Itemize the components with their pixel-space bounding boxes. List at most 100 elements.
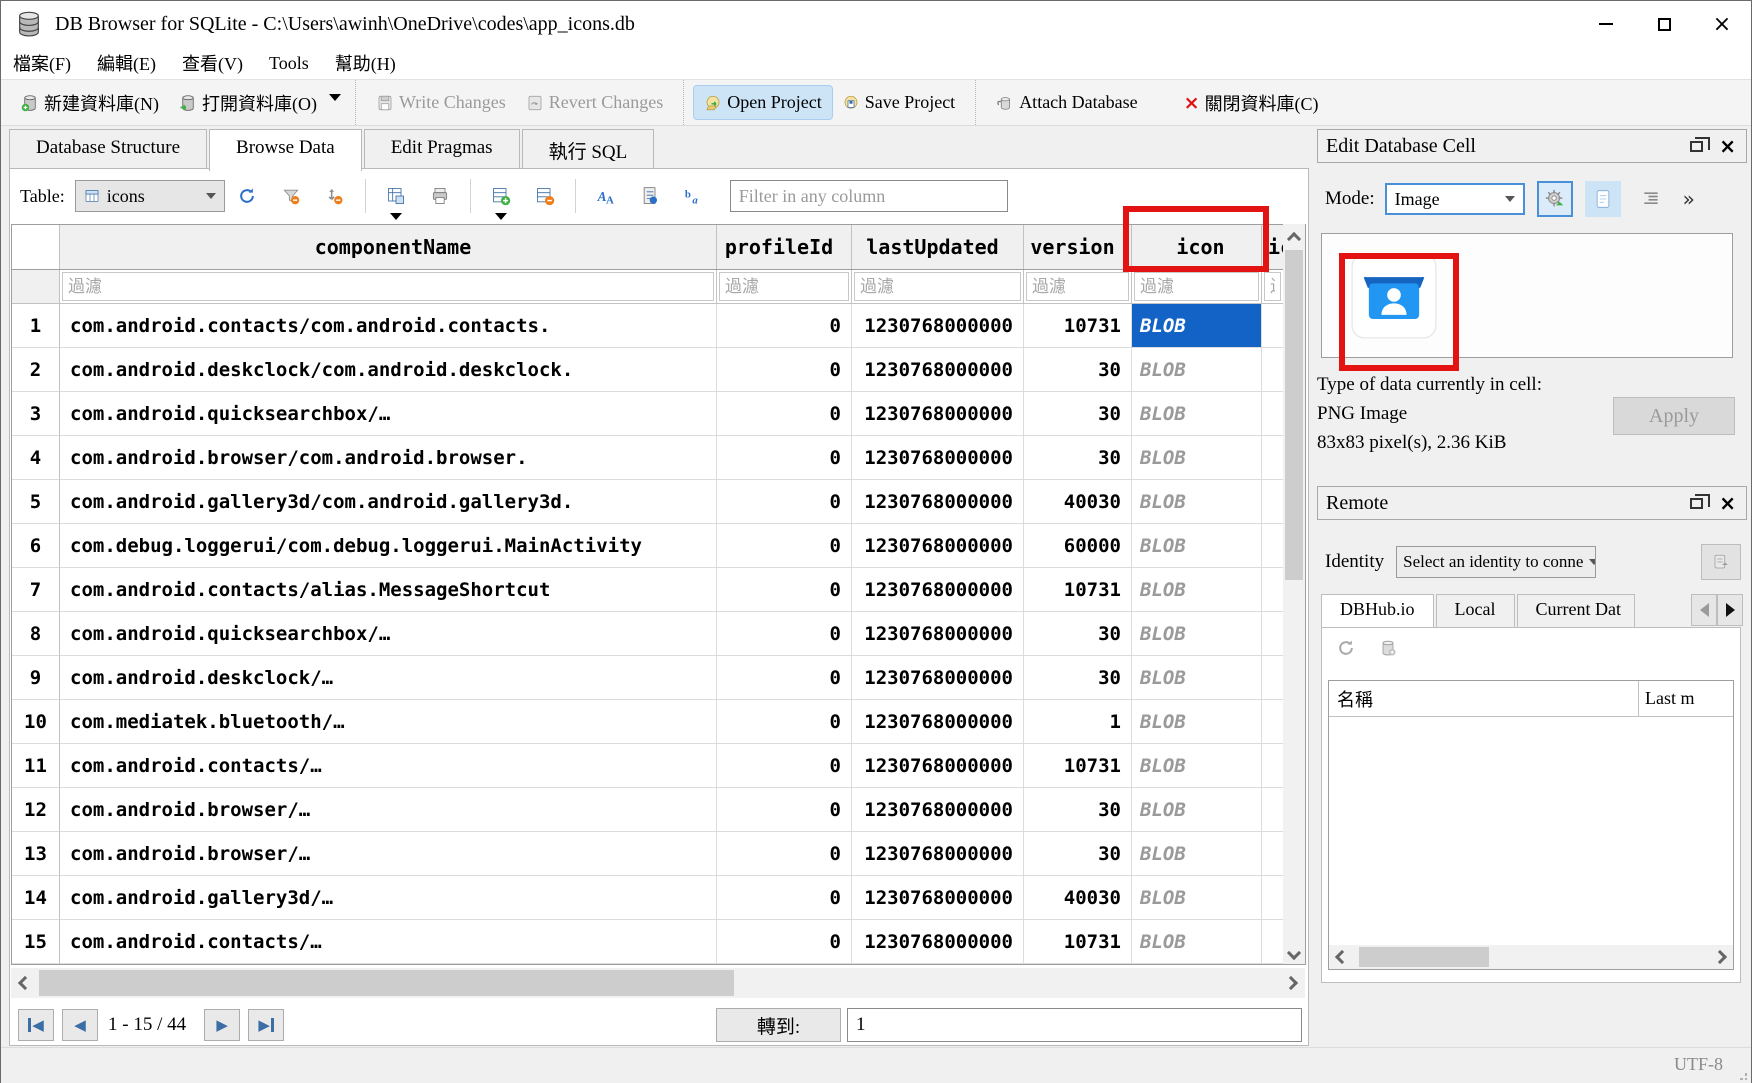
cell-componentName[interactable]: com.android.quicksearchbox/… <box>60 612 717 656</box>
cell-version[interactable]: 10731 <box>1024 920 1132 964</box>
horizontal-scroll-thumb[interactable] <box>39 970 734 996</box>
cell-lastUpdated[interactable]: 1230768000000 <box>852 568 1024 612</box>
open-database-button[interactable]: 打開資料庫(O) <box>169 84 327 122</box>
more-options-icon[interactable]: » <box>1683 187 1695 211</box>
cell-lastUpdated[interactable]: 1230768000000 <box>852 612 1024 656</box>
cell-lastUpdated[interactable]: 1230768000000 <box>852 788 1024 832</box>
cell-partial[interactable] <box>1262 700 1284 744</box>
tab-current-database[interactable]: Current Dat <box>1517 594 1635 627</box>
apply-button[interactable]: Apply <box>1613 397 1735 435</box>
cell-partial[interactable] <box>1262 568 1284 612</box>
minimize-button[interactable] <box>1577 1 1635 47</box>
cell-componentName[interactable]: com.android.quicksearchbox/… <box>60 392 717 436</box>
print-button[interactable] <box>423 180 457 212</box>
cell-componentName[interactable]: com.android.browser/… <box>60 832 717 876</box>
cell-version[interactable]: 40030 <box>1024 876 1132 920</box>
next-record-button[interactable]: ▶ <box>204 1009 240 1041</box>
cell-icon[interactable]: BLOB <box>1132 612 1262 656</box>
save-table-button[interactable] <box>379 180 413 212</box>
font-settings-button[interactable]: AA <box>589 180 623 212</box>
save-project-button[interactable]: Save Project <box>832 86 965 119</box>
tab-dbhub[interactable]: DBHub.io <box>1321 594 1434 627</box>
tab-edit-pragmas[interactable]: Edit Pragmas <box>364 129 520 169</box>
previous-record-button[interactable]: ◀ <box>62 1009 98 1041</box>
cell-partial[interactable] <box>1262 612 1284 656</box>
cell-icon[interactable]: BLOB <box>1132 392 1262 436</box>
clear-filters-button[interactable] <box>274 180 308 212</box>
cell-version[interactable]: 30 <box>1024 788 1132 832</box>
cell-icon[interactable]: BLOB <box>1132 700 1262 744</box>
open-database-dropdown-icon[interactable] <box>329 94 341 101</box>
cell-version[interactable]: 1 <box>1024 700 1132 744</box>
tab-local[interactable]: Local <box>1436 594 1515 627</box>
float-panel-icon[interactable] <box>1690 141 1703 152</box>
cell-lastUpdated[interactable]: 1230768000000 <box>852 744 1024 788</box>
scroll-right-button[interactable] <box>1707 952 1733 962</box>
cell-version[interactable]: 10731 <box>1024 568 1132 612</box>
cell-lastUpdated[interactable]: 1230768000000 <box>852 876 1024 920</box>
vertical-scroll-thumb[interactable] <box>1285 250 1303 580</box>
cell-profileId[interactable]: 0 <box>717 304 852 348</box>
cell-icon[interactable]: BLOB <box>1132 876 1262 920</box>
table-select[interactable]: icons <box>75 180 225 212</box>
menu-tools[interactable]: Tools <box>269 53 309 74</box>
cell-icon[interactable]: BLOB <box>1132 480 1262 524</box>
tab-execute-sql[interactable]: 執行 SQL <box>522 129 655 169</box>
cell-version[interactable]: 30 <box>1024 436 1132 480</box>
column-filter-input[interactable] <box>1026 272 1129 301</box>
tab-database-structure[interactable]: Database Structure <box>9 129 207 169</box>
cell-version[interactable]: 30 <box>1024 832 1132 876</box>
cell-profileId[interactable]: 0 <box>717 480 852 524</box>
cell-icon[interactable]: BLOB <box>1132 524 1262 568</box>
cell-version[interactable]: 30 <box>1024 392 1132 436</box>
cell-profileId[interactable]: 0 <box>717 744 852 788</box>
column-filter-input[interactable] <box>62 272 714 301</box>
cell-lastUpdated[interactable]: 1230768000000 <box>852 832 1024 876</box>
identity-import-button[interactable] <box>1701 544 1741 580</box>
open-project-button[interactable]: Open Project <box>694 86 831 119</box>
menu-help[interactable]: 幫助(H) <box>335 50 396 76</box>
cell-partial[interactable] <box>1262 788 1284 832</box>
cell-lastUpdated[interactable]: 1230768000000 <box>852 304 1024 348</box>
cell-lastUpdated[interactable]: 1230768000000 <box>852 700 1024 744</box>
indent-view-button[interactable] <box>1633 181 1669 217</box>
resize-grip-icon[interactable] <box>1735 1068 1747 1080</box>
cell-version[interactable]: 10731 <box>1024 744 1132 788</box>
cell-partial[interactable] <box>1262 524 1284 568</box>
cell-profileId[interactable]: 0 <box>717 788 852 832</box>
encoding-label[interactable]: UTF-8 <box>1674 1054 1723 1075</box>
cell-version[interactable]: 30 <box>1024 612 1132 656</box>
delete-record-button[interactable] <box>528 180 562 212</box>
import-data-button[interactable] <box>1537 181 1573 217</box>
last-record-button[interactable]: ▶ <box>248 1009 284 1041</box>
tab-scroll-left-button[interactable] <box>1691 594 1717 626</box>
cell-icon[interactable]: BLOB <box>1132 436 1262 480</box>
goto-record-input[interactable] <box>847 1008 1302 1042</box>
cell-profileId[interactable]: 0 <box>717 612 852 656</box>
dropdown-icon[interactable] <box>495 213 507 220</box>
cell-icon[interactable]: BLOB <box>1132 304 1262 348</box>
cell-partial[interactable] <box>1262 480 1284 524</box>
column-header-profileId[interactable]: profileId <box>717 225 852 269</box>
cell-componentName[interactable]: com.mediatek.bluetooth/… <box>60 700 717 744</box>
cell-partial[interactable] <box>1262 392 1284 436</box>
cell-icon[interactable]: BLOB <box>1132 920 1262 964</box>
cell-lastUpdated[interactable]: 1230768000000 <box>852 656 1024 700</box>
tab-scroll-right-button[interactable] <box>1717 594 1743 626</box>
write-changes-button[interactable]: Write Changes <box>366 86 516 119</box>
scroll-left-button[interactable] <box>11 968 39 998</box>
new-database-button[interactable]: 新建資料庫(N) <box>11 84 169 122</box>
first-record-button[interactable]: ◀ <box>18 1009 54 1041</box>
remote-horizontal-scrollbar[interactable] <box>1329 945 1733 969</box>
cell-version[interactable]: 30 <box>1024 348 1132 392</box>
goto-button[interactable]: 轉到: <box>716 1008 841 1042</box>
cell-profileId[interactable]: 0 <box>717 348 852 392</box>
cell-lastUpdated[interactable]: 1230768000000 <box>852 524 1024 568</box>
menu-file[interactable]: 檔案(F) <box>13 50 71 76</box>
cell-partial[interactable] <box>1262 744 1284 788</box>
cell-partial[interactable] <box>1262 348 1284 392</box>
cell-partial[interactable] <box>1262 656 1284 700</box>
cell-lastUpdated[interactable]: 1230768000000 <box>852 392 1024 436</box>
cell-lastUpdated[interactable]: 1230768000000 <box>852 920 1024 964</box>
remote-refresh-button[interactable] <box>1336 638 1356 672</box>
